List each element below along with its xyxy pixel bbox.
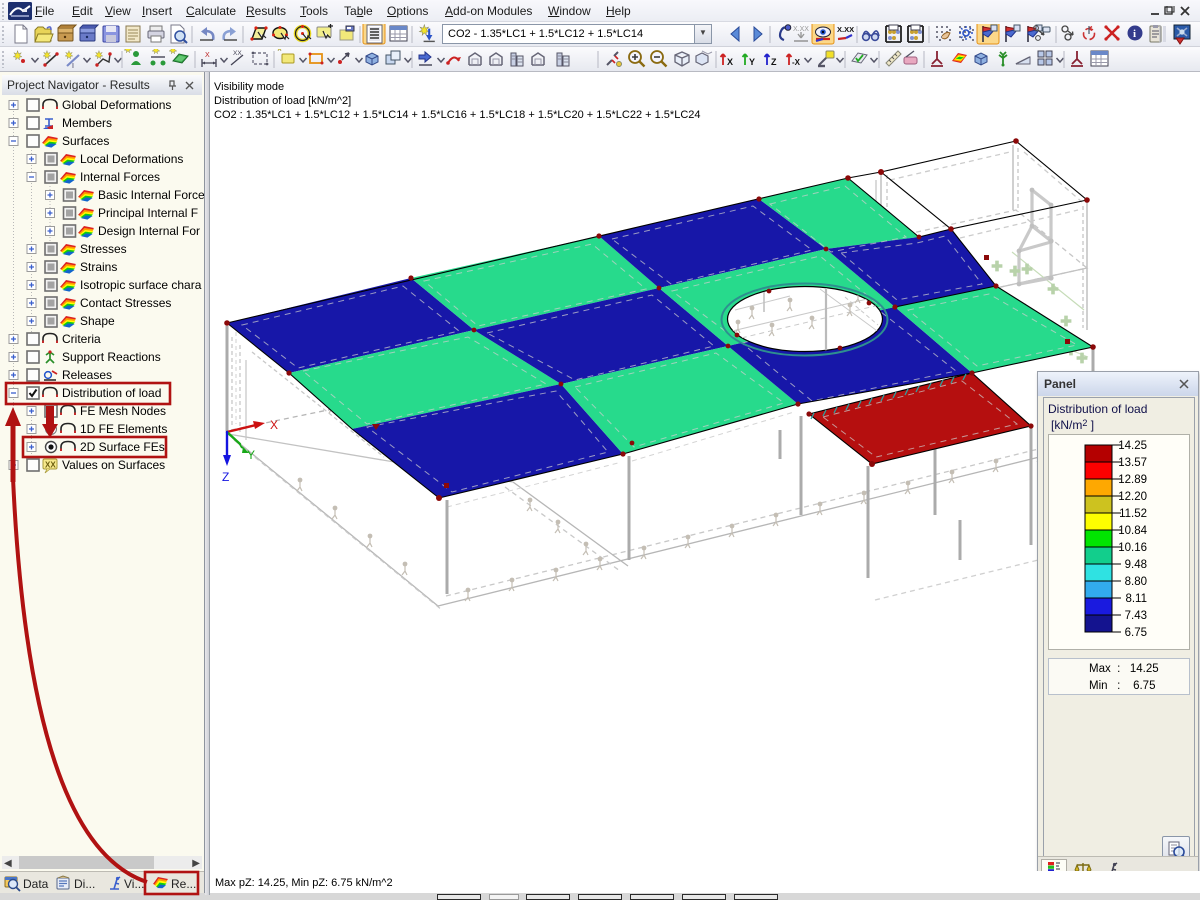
svg-text:Basic Internal Force: Basic Internal Force [98, 188, 204, 202]
svg-text:Values on Surfaces: Values on Surfaces [62, 458, 165, 472]
svg-text:Principal Internal F: Principal Internal F [98, 206, 198, 220]
svg-text:9.48: 9.48 [1125, 559, 1147, 571]
svg-text:Isotropic surface chara: Isotropic surface chara [80, 278, 202, 292]
svg-text:Internal Forces: Internal Forces [80, 170, 160, 184]
svg-text:FE Mesh Nodes: FE Mesh Nodes [80, 404, 166, 418]
svg-text:6.75: 6.75 [1125, 627, 1147, 639]
svg-text:1D FE Elements: 1D FE Elements [80, 422, 167, 436]
svg-text:Global Deformations: Global Deformations [62, 98, 171, 112]
svg-text:Shape: Shape [80, 314, 115, 328]
svg-text:11.52: 11.52 [1119, 508, 1147, 520]
svg-text:Members: Members [62, 116, 112, 130]
svg-text:10.84: 10.84 [1118, 525, 1147, 537]
svg-text:Local Deformations: Local Deformations [80, 152, 183, 166]
svg-text:Releases: Releases [62, 368, 112, 382]
svg-text:10.16: 10.16 [1118, 542, 1147, 554]
svg-text:Strains: Strains [80, 260, 117, 274]
svg-text:I: I [72, 63, 74, 70]
svg-text:8.11: 8.11 [1125, 593, 1147, 605]
svg-text:Surfaces: Surfaces [62, 134, 109, 148]
svg-text:14.25: 14.25 [1118, 440, 1147, 452]
svg-text:Stresses: Stresses [80, 242, 127, 256]
svg-text:Design Internal For: Design Internal For [98, 224, 200, 238]
svg-text:13.57: 13.57 [1118, 457, 1147, 469]
svg-text:Support Reactions: Support Reactions [62, 350, 161, 364]
svg-text:12.20: 12.20 [1118, 491, 1147, 503]
svg-text:7.43: 7.43 [1125, 610, 1147, 622]
svg-text:Criteria: Criteria [62, 332, 101, 346]
svg-text:2D Surface FEs: 2D Surface FEs [80, 440, 165, 454]
svg-text:Distribution of load: Distribution of load [62, 386, 161, 400]
svg-text:8.80: 8.80 [1125, 576, 1147, 588]
svg-text:12.89: 12.89 [1118, 474, 1147, 486]
svg-text:Contact Stresses: Contact Stresses [80, 296, 171, 310]
